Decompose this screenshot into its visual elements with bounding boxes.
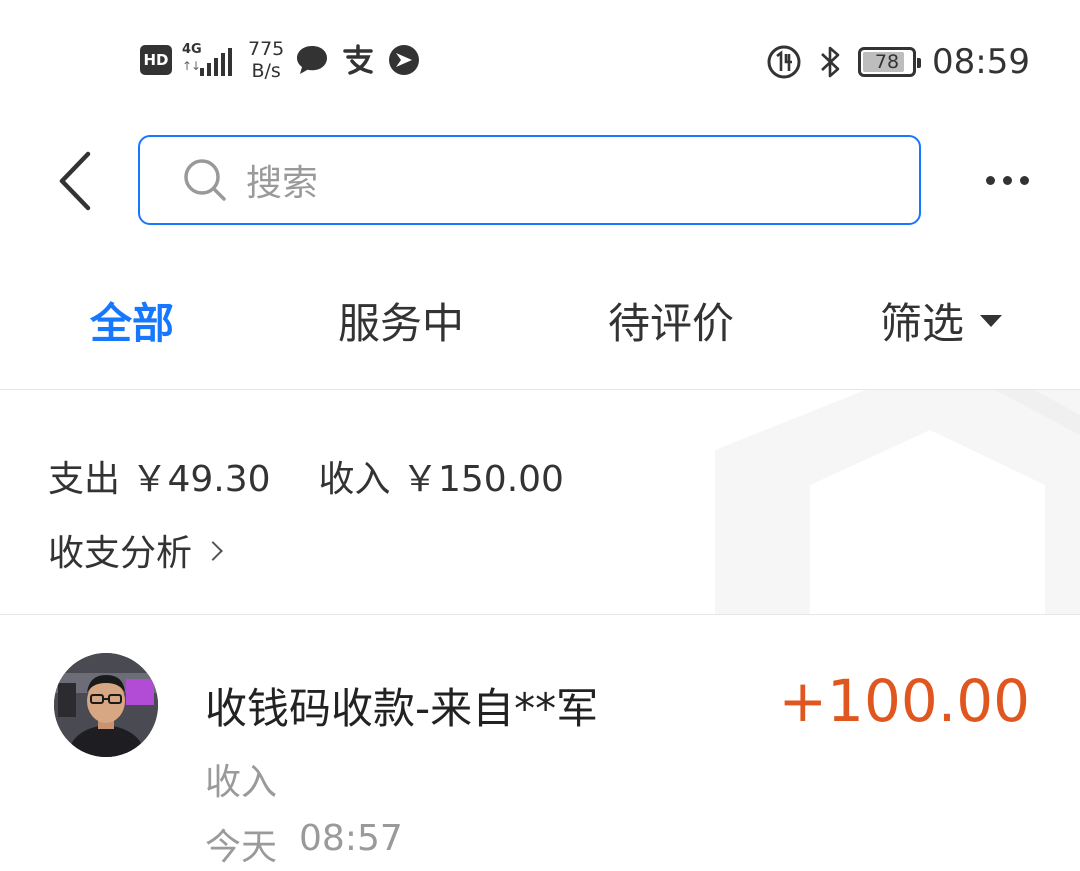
transaction-amount: +100.00 [778, 667, 1030, 735]
status-bar-left: HD 4G ↑↓ 775 B/s [140, 38, 422, 82]
chevron-right-icon [203, 541, 223, 561]
bluetooth-icon [812, 44, 848, 80]
expense-total: 支出 ￥49.30 [48, 450, 271, 502]
status-bar-time: 08:59 [932, 42, 1030, 82]
transaction-date: 今天 [205, 827, 278, 868]
transaction-clock: 08:57 [299, 818, 403, 859]
network-type-label: 4G [182, 42, 202, 57]
search-input[interactable]: 搜索 [138, 135, 921, 225]
filter-tabs: 全部 服务中 待评价 筛选 [0, 280, 1080, 370]
analysis-link[interactable]: 收支分析 [48, 524, 223, 576]
clipped-content [56, 390, 176, 398]
message-icon [294, 42, 330, 78]
chevron-left-icon [59, 151, 91, 211]
app-notification-icon [386, 42, 422, 78]
monthly-summary: 支出 ￥49.30 收入 ￥150.00 收支分析 [0, 390, 1080, 615]
more-dot-icon [1019, 175, 1029, 185]
expense-label: 支出 [48, 459, 121, 500]
avatar [54, 653, 158, 757]
battery-icon: 78 [858, 47, 922, 77]
more-options-button[interactable] [975, 160, 1039, 200]
hd-badge: HD [140, 45, 172, 75]
caret-down-icon [980, 314, 1003, 327]
tab-to-review[interactable]: 待评价 [608, 290, 734, 351]
transaction-time: 今天 08:57 [205, 818, 403, 870]
nfc-icon [766, 44, 802, 80]
tab-filter-label: 筛选 [880, 299, 965, 348]
income-total: 收入 ￥150.00 [319, 450, 564, 502]
network-speed-value: 775 [248, 38, 285, 60]
transaction-title: 收钱码收款-来自**军 [205, 684, 599, 733]
alipay-icon [340, 42, 376, 78]
status-bar-right: 78 08:59 [766, 42, 1030, 82]
battery-level: 78 [874, 51, 900, 73]
transaction-type: 收入 [205, 762, 278, 803]
tab-in-service[interactable]: 服务中 [338, 290, 464, 351]
totals-row: 支出 ￥49.30 收入 ￥150.00 [48, 450, 564, 502]
more-dot-icon [1002, 175, 1012, 185]
search-icon [184, 159, 226, 201]
more-dot-icon [985, 175, 995, 185]
tab-filter[interactable]: 筛选 [880, 290, 1003, 351]
income-label: 收入 [318, 459, 391, 500]
tab-all[interactable]: 全部 [90, 290, 174, 351]
network-speed: 775 B/s [248, 38, 284, 82]
expense-value: ￥49.30 [131, 459, 271, 500]
search-placeholder: 搜索 [246, 163, 319, 204]
network-speed-unit: B/s [251, 60, 281, 82]
status-bar: HD 4G ↑↓ 775 B/s 78 08:59 [0, 0, 1080, 120]
transaction-row[interactable]: 收钱码收款-来自**军 +100.00 收入 今天 08:57 [0, 615, 1080, 871]
income-value: ￥150.00 [402, 459, 564, 500]
signal-icon: 4G ↑↓ [182, 42, 238, 78]
back-button[interactable] [44, 148, 104, 214]
background-decoration [715, 390, 1080, 615]
analysis-label: 收支分析 [48, 533, 193, 574]
